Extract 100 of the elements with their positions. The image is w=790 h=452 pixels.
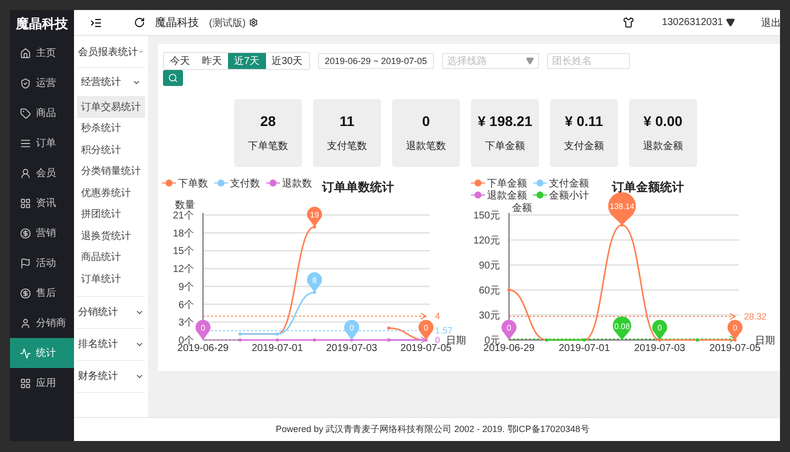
submenu-item[interactable]: 订单交易统计 [77, 96, 145, 118]
shield-icon [20, 78, 31, 88]
legend-icon[interactable] [162, 180, 176, 186]
tick-label: 120元 [473, 236, 500, 246]
caret-icon [726, 18, 735, 27]
user-menu[interactable]: 13026312031 [662, 17, 735, 28]
menu-item[interactable]: 商品 [10, 98, 74, 128]
tick-label: 21个 [172, 210, 194, 222]
submenu-item[interactable]: 分类销量统计 [77, 160, 145, 182]
range-tab[interactable]: 近7天 [228, 53, 266, 69]
value-pin: 0.08 [612, 316, 632, 340]
person-icon [20, 318, 31, 328]
chart-title: 订单单数统计 [322, 180, 394, 194]
legend-icon[interactable] [214, 180, 228, 186]
stat-value: 28 [260, 113, 276, 129]
legend-label[interactable]: 支付金额 [549, 178, 589, 190]
tick-label: 30元 [478, 310, 500, 322]
logout-link[interactable]: 退出 [761, 16, 780, 30]
submenu-header[interactable]: 排名统计 [77, 328, 145, 360]
stat-value: ¥ 198.21 [478, 113, 532, 129]
legend-icon[interactable] [470, 192, 486, 198]
tick-label: 12个 [172, 264, 194, 276]
brand-logo: 魔晶科技 [14, 15, 69, 33]
submenu-item[interactable]: 退换货统计 [77, 225, 145, 246]
menu-icon[interactable] [90, 16, 102, 28]
legend-label[interactable]: 退款数 [282, 178, 312, 190]
submenu-header[interactable]: 财务统计 [77, 360, 145, 392]
menu-item[interactable]: 统计 [10, 338, 74, 368]
chart-title: 订单金额统计 [612, 180, 684, 194]
home-icon [20, 48, 31, 58]
value-pin: 138.14 [608, 192, 636, 225]
refresh-icon[interactable] [134, 17, 145, 28]
leader-name-field[interactable]: 团长姓名 [547, 53, 630, 69]
menu-item[interactable]: 活动 [10, 248, 74, 278]
search-icon [168, 73, 178, 83]
tag-icon [20, 108, 31, 118]
stat-label: 支付金额 [564, 140, 604, 153]
value-pin: 8 [307, 272, 322, 292]
menu-item[interactable]: 运营 [10, 68, 74, 98]
value-pin: 0 [502, 320, 516, 340]
menu-item[interactable]: 会员 [10, 158, 74, 188]
tick-label: 2019-06-29 [177, 343, 229, 354]
tick-label: 2019-06-29 [483, 343, 535, 354]
legend-label[interactable]: 下单数 [178, 178, 208, 190]
menu-item[interactable]: 分销商 [10, 308, 74, 338]
tick-label: 60元 [478, 286, 500, 296]
shirt-icon[interactable] [622, 17, 634, 28]
tick-label: 90元 [478, 260, 500, 272]
stat-label: 下单金额 [485, 140, 525, 153]
stat-value: 11 [340, 113, 354, 129]
dollar-icon [20, 288, 31, 298]
value-pin: 0 [652, 320, 668, 340]
date-range-field[interactable]: 2019-06-29 ~ 2019-07-05 [318, 53, 434, 69]
tick-label: 15个 [172, 246, 194, 258]
axis-title: 数量 [175, 200, 195, 211]
average-label: 4 [435, 311, 440, 322]
tick-label: 3个 [178, 318, 194, 329]
stat-label: 退款金额 [643, 140, 683, 153]
submenu-header[interactable]: 分销统计 [77, 296, 145, 328]
menu-item[interactable]: 应用 [10, 368, 74, 398]
submenu-header[interactable]: 经营统计 [77, 68, 145, 96]
submenu-header[interactable]: 会员报表统计 [77, 36, 145, 68]
legend-label[interactable]: 支付数 [230, 178, 260, 190]
page-title: 魔晶科技 [155, 16, 199, 30]
tick-label: 2019-07-01 [558, 343, 610, 354]
legend-icon[interactable] [266, 180, 280, 186]
settings-icon[interactable] [248, 18, 258, 27]
stat-value: ¥ 0.00 [644, 113, 682, 129]
tick-label: 2019-07-03 [634, 343, 686, 354]
submenu-item[interactable]: 订单统计 [77, 268, 145, 290]
menu-item[interactable]: 营销 [10, 218, 74, 248]
average-label: 1.57 [435, 326, 453, 336]
footer-text: Powered by 武汉青青麦子网络科技有限公司 2002 - 2019. 鄂ICP备17020348号 [74, 417, 780, 441]
user-icon [20, 168, 31, 178]
stat-label: 退款笔数 [406, 140, 446, 153]
legend-icon[interactable] [532, 180, 548, 186]
menu-item[interactable]: 订单 [10, 128, 74, 158]
submenu-item[interactable]: 拼团统计 [77, 204, 145, 225]
legend-label[interactable]: 金额小计 [549, 190, 589, 202]
search-button[interactable] [163, 70, 183, 86]
value-pin: 0 [728, 320, 742, 340]
point [387, 326, 390, 330]
point [312, 338, 316, 342]
grid-icon [20, 198, 31, 208]
value-pin: 19 [307, 206, 322, 227]
legend-icon[interactable] [532, 192, 548, 198]
submenu-item[interactable]: 积分统计 [77, 139, 145, 160]
legend-icon[interactable] [470, 180, 486, 186]
legend-label[interactable]: 退款金额 [487, 190, 527, 202]
stat-label: 支付笔数 [327, 140, 367, 153]
legend-label[interactable]: 下单金额 [487, 178, 527, 190]
grid-icon [20, 378, 31, 388]
submenu-item[interactable]: 秒杀统计 [77, 118, 145, 139]
submenu-item[interactable]: 商品统计 [77, 246, 145, 268]
menu-item[interactable]: 主页 [10, 38, 74, 68]
submenu-item[interactable]: 优惠券统计 [77, 182, 145, 204]
flag-icon [20, 258, 31, 268]
stat-value: ¥ 0.11 [564, 113, 604, 129]
menu-item[interactable]: 售后 [10, 278, 74, 308]
menu-item[interactable]: 资讯 [10, 188, 74, 218]
